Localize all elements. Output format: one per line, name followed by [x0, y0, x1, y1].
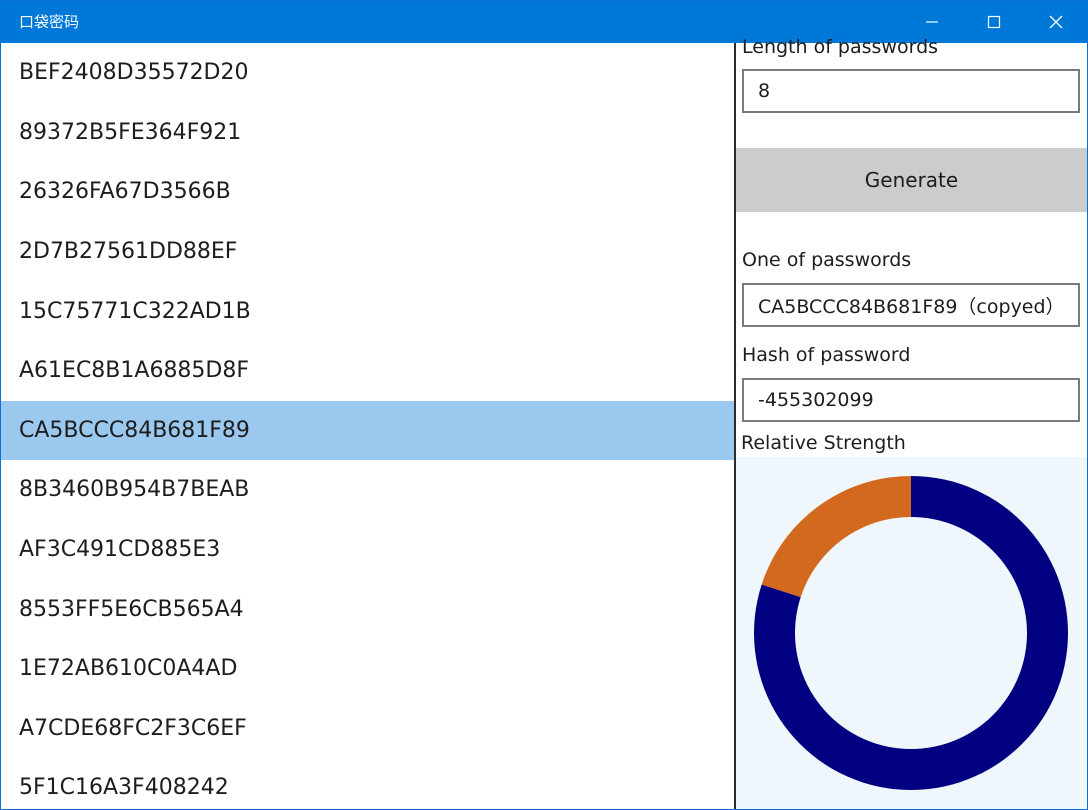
- password-list[interactable]: BEF2408D35572D20 89372B5FE364F921 26326FA6…: [1, 43, 734, 809]
- list-item[interactable]: 5F1C16A3F408242: [1, 758, 734, 809]
- strength-donut: [754, 476, 1068, 790]
- maximize-button[interactable]: [963, 1, 1025, 43]
- settings-panel: Length of passwords 8 Generate One of pa…: [736, 36, 1087, 809]
- list-item[interactable]: 2D7B27561DD88EF: [1, 222, 734, 282]
- app-window: 口袋密码 BEF2408D35572D20 89372B5FE364F921 263…: [0, 0, 1088, 810]
- window-title: 口袋密码: [19, 13, 80, 31]
- list-item[interactable]: 8B3460B954B7BEAB: [1, 460, 734, 520]
- list-item[interactable]: A61EC8B1A6885D8F: [1, 341, 734, 401]
- strength-label: Relative Strength: [741, 432, 906, 454]
- list-item[interactable]: AF3C491CD885E3: [1, 520, 734, 580]
- close-icon: [1049, 15, 1063, 29]
- close-button[interactable]: [1025, 1, 1087, 43]
- list-item[interactable]: 1E72AB610C0A4AD: [1, 639, 734, 699]
- list-item[interactable]: 89372B5FE364F921: [1, 103, 734, 163]
- one-password-label: One of passwords: [742, 249, 912, 271]
- one-password-field[interactable]: CA5BCCC84B681F89（copyed）: [742, 283, 1080, 327]
- generate-button[interactable]: Generate: [736, 148, 1087, 212]
- list-item[interactable]: CA5BCCC84B681F89: [1, 400, 734, 461]
- hash-label: Hash of password: [742, 344, 911, 366]
- main-content: BEF2408D35572D20 89372B5FE364F921 26326FA6…: [1, 36, 1087, 809]
- list-item[interactable]: 8553FF5E6CB565A4: [1, 579, 734, 639]
- list-item[interactable]: 15C75771C322AD1B: [1, 281, 734, 341]
- strength-chart: [736, 457, 1087, 809]
- hash-field[interactable]: -455302099: [742, 378, 1080, 422]
- list-item[interactable]: 26326FA67D3566B: [1, 162, 734, 222]
- length-label: Length of passwords: [742, 36, 939, 58]
- list-item[interactable]: A7CDE68FC2F3C6EF: [1, 699, 734, 759]
- list-item[interactable]: BEF2408D35572D20: [1, 43, 734, 103]
- length-input[interactable]: 8: [742, 69, 1080, 113]
- maximize-icon: [987, 15, 1001, 29]
- minimize-icon: [926, 21, 938, 23]
- donut-slice-1: [761, 476, 911, 598]
